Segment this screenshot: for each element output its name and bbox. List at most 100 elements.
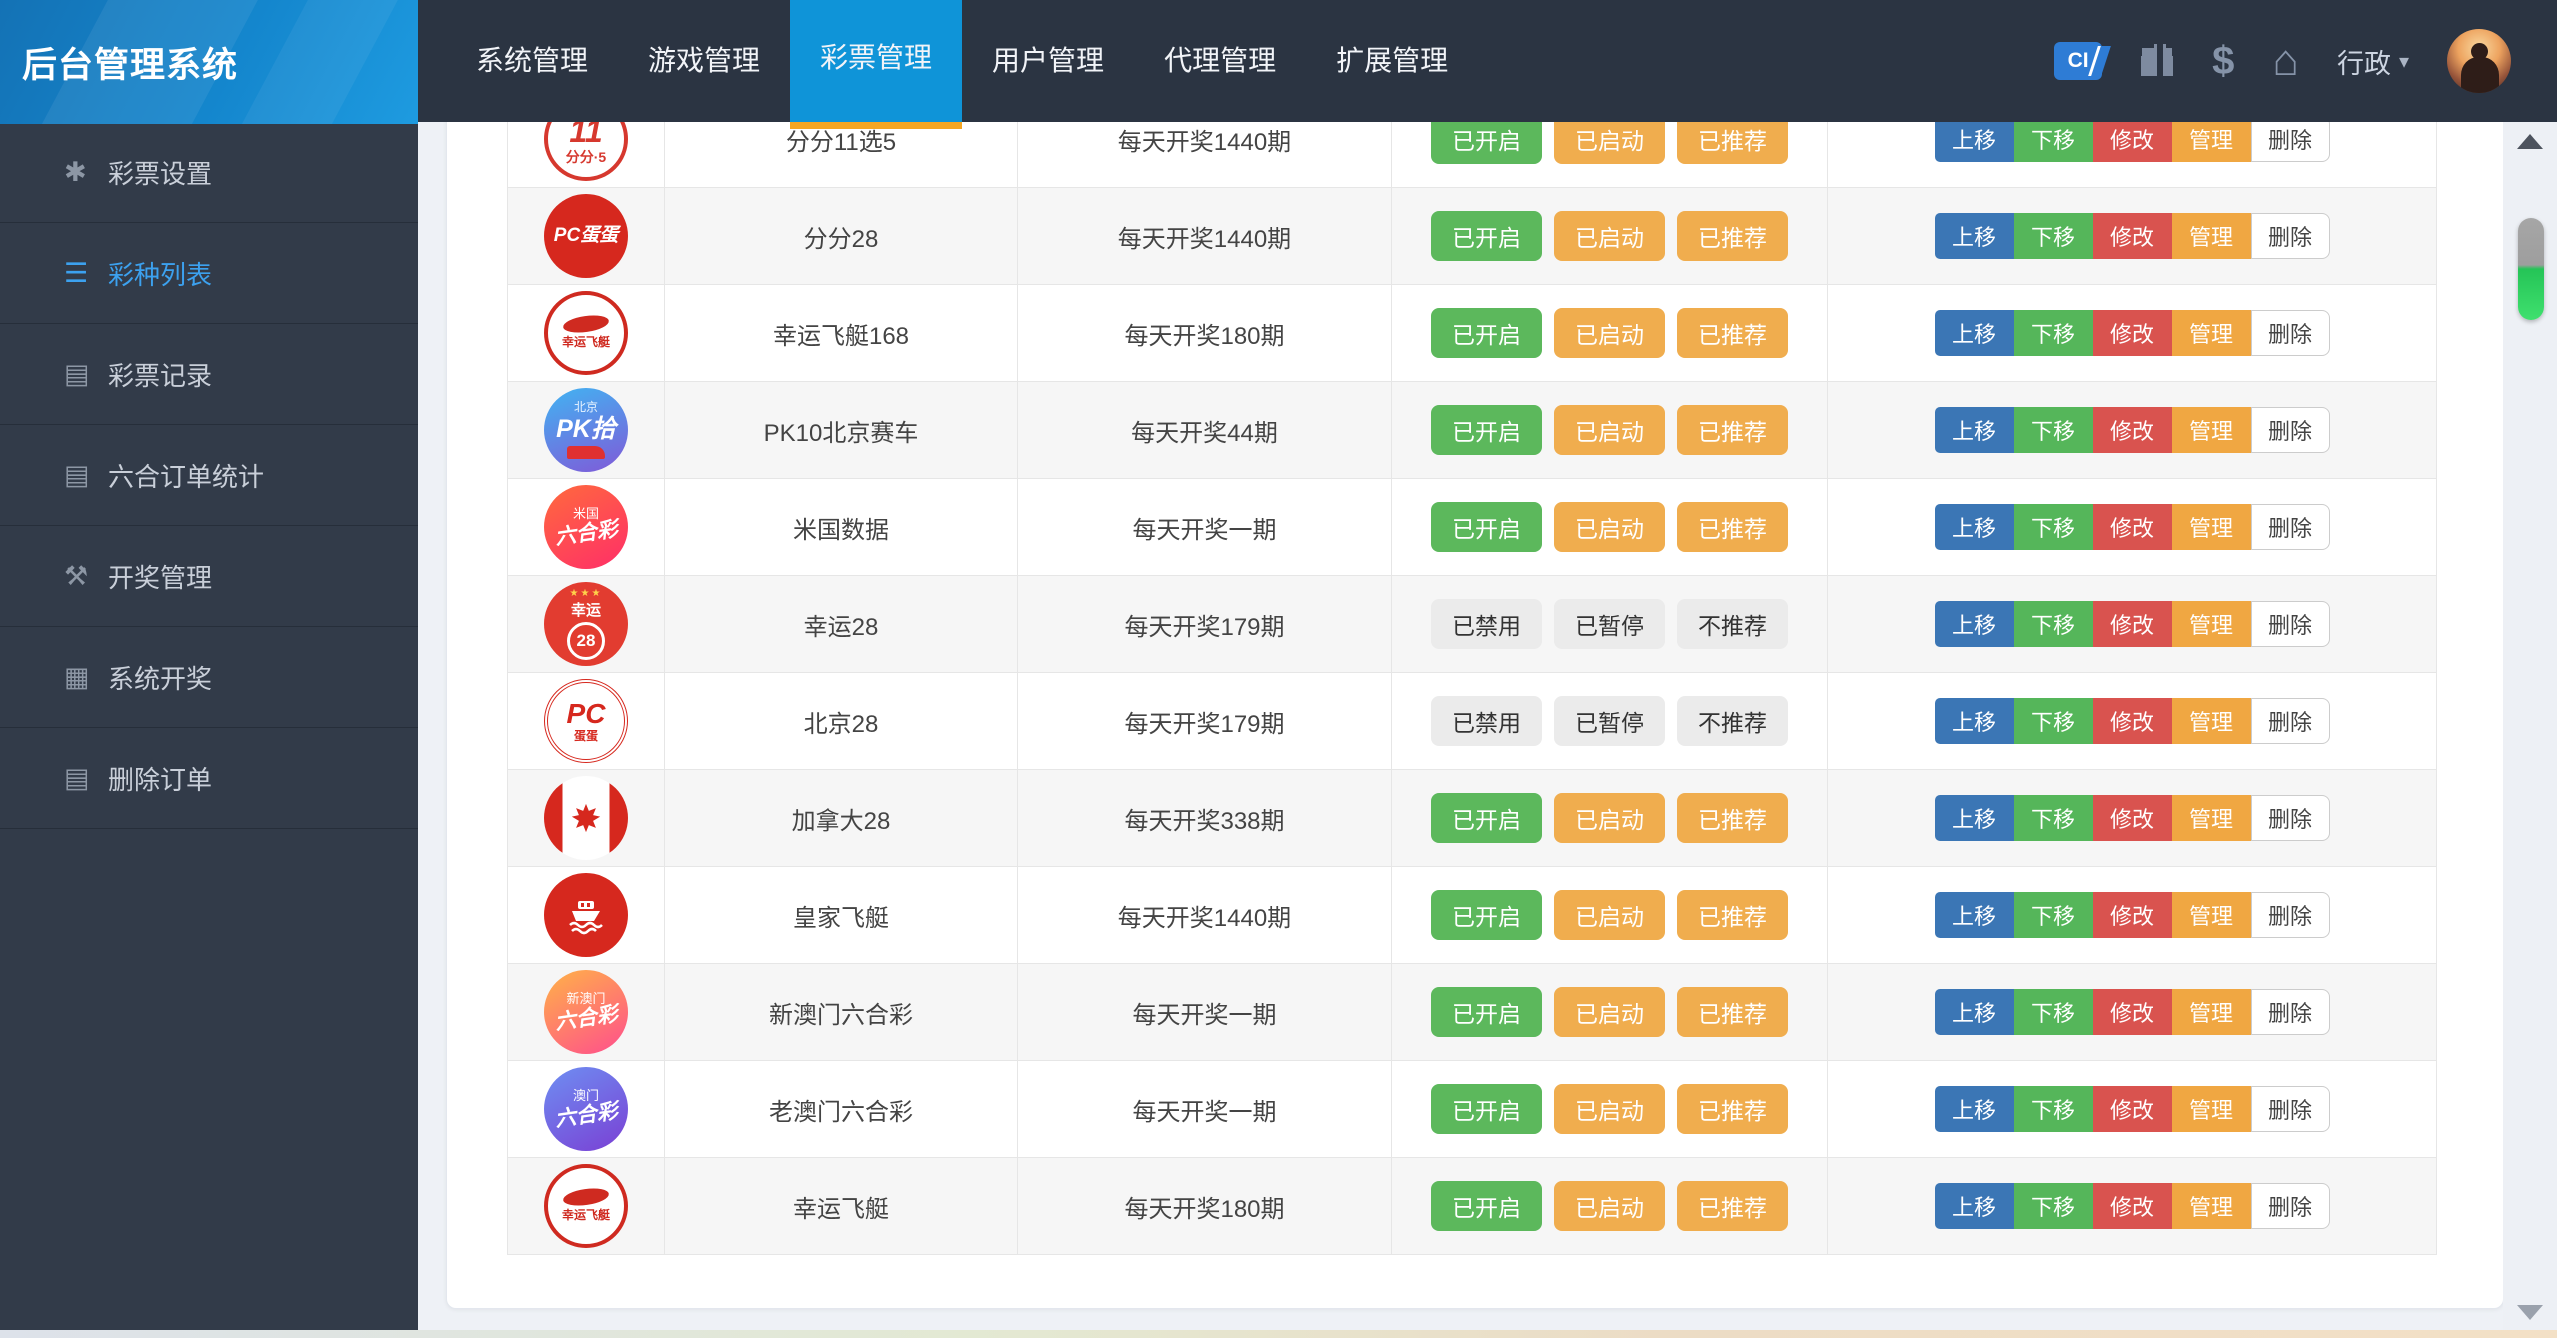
status-run-button[interactable]: 已暂停 bbox=[1554, 599, 1665, 649]
nav-tab-2[interactable]: 彩票管理 bbox=[790, 0, 963, 129]
manage-button[interactable]: 管理 bbox=[2171, 407, 2251, 453]
delete-button[interactable]: 删除 bbox=[2250, 601, 2330, 647]
status-recommend-button[interactable]: 已推荐 bbox=[1677, 122, 1788, 164]
home-icon[interactable]: ⌂ bbox=[2272, 39, 2299, 83]
status-recommend-button[interactable]: 不推荐 bbox=[1677, 696, 1788, 746]
delete-button[interactable]: 删除 bbox=[2250, 122, 2330, 162]
nav-tab-4[interactable]: 代理管理 bbox=[1134, 0, 1306, 122]
scrollbar-thumb[interactable] bbox=[2518, 218, 2544, 320]
status-run-button[interactable]: 已启动 bbox=[1554, 308, 1665, 358]
status-recommend-button[interactable]: 已推荐 bbox=[1677, 1181, 1788, 1231]
scrollbar[interactable] bbox=[2503, 122, 2557, 1330]
status-open-button[interactable]: 已开启 bbox=[1431, 308, 1542, 358]
status-recommend-button[interactable]: 已推荐 bbox=[1677, 211, 1788, 261]
status-open-button[interactable]: 已开启 bbox=[1431, 405, 1542, 455]
move-down-button[interactable]: 下移 bbox=[2013, 1183, 2093, 1229]
manage-button[interactable]: 管理 bbox=[2171, 795, 2251, 841]
edit-button[interactable]: 修改 bbox=[2092, 989, 2172, 1035]
move-down-button[interactable]: 下移 bbox=[2013, 698, 2093, 744]
move-up-button[interactable]: 上移 bbox=[1934, 407, 2014, 453]
status-run-button[interactable]: 已启动 bbox=[1554, 1181, 1665, 1231]
status-run-button[interactable]: 已启动 bbox=[1554, 405, 1665, 455]
move-down-button[interactable]: 下移 bbox=[2013, 989, 2093, 1035]
edit-button[interactable]: 修改 bbox=[2092, 407, 2172, 453]
move-up-button[interactable]: 上移 bbox=[1934, 310, 2014, 356]
sidebar-item-5[interactable]: ▦ 系统开奖 bbox=[0, 627, 418, 728]
move-down-button[interactable]: 下移 bbox=[2013, 122, 2093, 162]
delete-button[interactable]: 删除 bbox=[2250, 1086, 2330, 1132]
ci-badge-icon[interactable]: CI bbox=[2054, 42, 2103, 80]
nav-tab-5[interactable]: 扩展管理 bbox=[1306, 0, 1478, 122]
manage-button[interactable]: 管理 bbox=[2171, 122, 2251, 162]
move-up-button[interactable]: 上移 bbox=[1934, 795, 2014, 841]
edit-button[interactable]: 修改 bbox=[2092, 1183, 2172, 1229]
status-open-button[interactable]: 已开启 bbox=[1431, 1181, 1542, 1231]
delete-button[interactable]: 删除 bbox=[2250, 310, 2330, 356]
delete-button[interactable]: 删除 bbox=[2250, 795, 2330, 841]
edit-button[interactable]: 修改 bbox=[2092, 892, 2172, 938]
scroll-down-arrow-icon[interactable] bbox=[2517, 1305, 2543, 1320]
nav-tab-1[interactable]: 游戏管理 bbox=[618, 0, 790, 122]
edit-button[interactable]: 修改 bbox=[2092, 122, 2172, 162]
edit-button[interactable]: 修改 bbox=[2092, 1086, 2172, 1132]
status-run-button[interactable]: 已启动 bbox=[1554, 1084, 1665, 1134]
move-up-button[interactable]: 上移 bbox=[1934, 1086, 2014, 1132]
move-down-button[interactable]: 下移 bbox=[2013, 310, 2093, 356]
move-up-button[interactable]: 上移 bbox=[1934, 213, 2014, 259]
edit-button[interactable]: 修改 bbox=[2092, 213, 2172, 259]
move-up-button[interactable]: 上移 bbox=[1934, 989, 2014, 1035]
status-open-button[interactable]: 已开启 bbox=[1431, 1084, 1542, 1134]
status-open-button[interactable]: 已开启 bbox=[1431, 793, 1542, 843]
status-recommend-button[interactable]: 已推荐 bbox=[1677, 793, 1788, 843]
status-open-button[interactable]: 已开启 bbox=[1431, 890, 1542, 940]
sidebar-item-0[interactable]: ✱ 彩票设置 bbox=[0, 122, 418, 223]
manage-button[interactable]: 管理 bbox=[2171, 698, 2251, 744]
sidebar-item-3[interactable]: ▤ 六合订单统计 bbox=[0, 425, 418, 526]
manage-button[interactable]: 管理 bbox=[2171, 1183, 2251, 1229]
scroll-up-arrow-icon[interactable] bbox=[2517, 134, 2543, 149]
status-open-button[interactable]: 已开启 bbox=[1431, 502, 1542, 552]
manage-button[interactable]: 管理 bbox=[2171, 504, 2251, 550]
status-open-button[interactable]: 已禁用 bbox=[1431, 696, 1542, 746]
manage-button[interactable]: 管理 bbox=[2171, 213, 2251, 259]
move-down-button[interactable]: 下移 bbox=[2013, 601, 2093, 647]
move-up-button[interactable]: 上移 bbox=[1934, 122, 2014, 162]
sidebar-item-6[interactable]: ▤ 删除订单 bbox=[0, 728, 418, 829]
move-up-button[interactable]: 上移 bbox=[1934, 698, 2014, 744]
sidebar-item-1[interactable]: ☰ 彩种列表 bbox=[0, 223, 418, 324]
move-down-button[interactable]: 下移 bbox=[2013, 1086, 2093, 1132]
manage-button[interactable]: 管理 bbox=[2171, 1086, 2251, 1132]
manage-button[interactable]: 管理 bbox=[2171, 601, 2251, 647]
status-run-button[interactable]: 已启动 bbox=[1554, 211, 1665, 261]
status-run-button[interactable]: 已暂停 bbox=[1554, 696, 1665, 746]
status-open-button[interactable]: 已开启 bbox=[1431, 987, 1542, 1037]
manage-button[interactable]: 管理 bbox=[2171, 989, 2251, 1035]
status-recommend-button[interactable]: 已推荐 bbox=[1677, 405, 1788, 455]
status-run-button[interactable]: 已启动 bbox=[1554, 987, 1665, 1037]
status-run-button[interactable]: 已启动 bbox=[1554, 793, 1665, 843]
move-down-button[interactable]: 下移 bbox=[2013, 407, 2093, 453]
move-down-button[interactable]: 下移 bbox=[2013, 213, 2093, 259]
status-recommend-button[interactable]: 已推荐 bbox=[1677, 502, 1788, 552]
manage-button[interactable]: 管理 bbox=[2171, 310, 2251, 356]
gift-icon[interactable] bbox=[2140, 44, 2174, 78]
status-open-button[interactable]: 已开启 bbox=[1431, 122, 1542, 164]
sidebar-item-4[interactable]: ⚒ 开奖管理 bbox=[0, 526, 418, 627]
status-open-button[interactable]: 已禁用 bbox=[1431, 599, 1542, 649]
status-run-button[interactable]: 已启动 bbox=[1554, 890, 1665, 940]
move-up-button[interactable]: 上移 bbox=[1934, 601, 2014, 647]
avatar[interactable] bbox=[2447, 29, 2511, 93]
status-open-button[interactable]: 已开启 bbox=[1431, 211, 1542, 261]
move-up-button[interactable]: 上移 bbox=[1934, 504, 2014, 550]
edit-button[interactable]: 修改 bbox=[2092, 504, 2172, 550]
delete-button[interactable]: 删除 bbox=[2250, 407, 2330, 453]
move-up-button[interactable]: 上移 bbox=[1934, 1183, 2014, 1229]
delete-button[interactable]: 删除 bbox=[2250, 504, 2330, 550]
status-recommend-button[interactable]: 已推荐 bbox=[1677, 308, 1788, 358]
status-recommend-button[interactable]: 已推荐 bbox=[1677, 890, 1788, 940]
move-down-button[interactable]: 下移 bbox=[2013, 504, 2093, 550]
status-run-button[interactable]: 已启动 bbox=[1554, 122, 1665, 164]
delete-button[interactable]: 删除 bbox=[2250, 213, 2330, 259]
move-down-button[interactable]: 下移 bbox=[2013, 892, 2093, 938]
nav-tab-3[interactable]: 用户管理 bbox=[962, 0, 1134, 122]
